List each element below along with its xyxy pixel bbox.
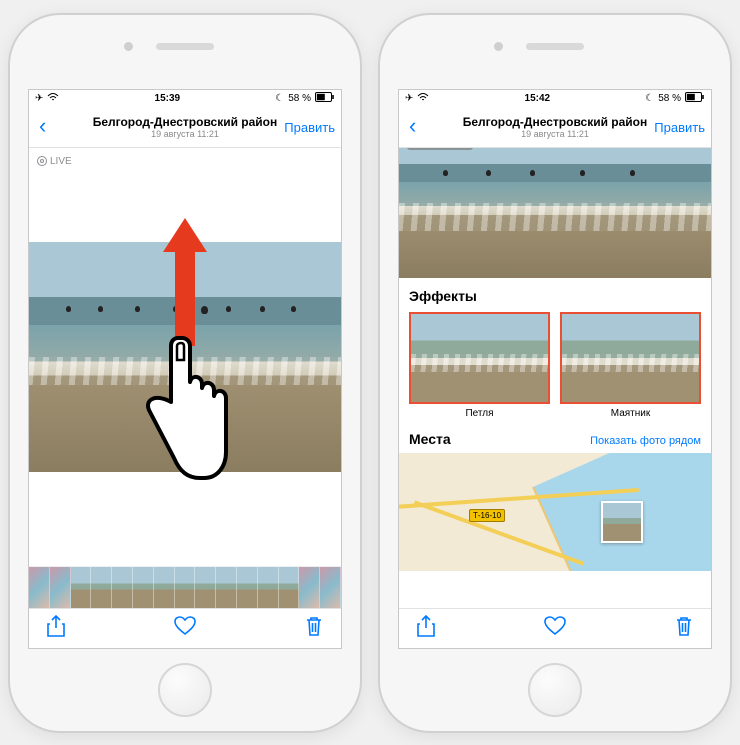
screen-left: ✈︎ 15:39 ☾ 58 % ‹ Белгород-Днестровский …	[28, 89, 342, 649]
share-button[interactable]	[417, 615, 435, 642]
edit-button[interactable]: Править	[284, 120, 335, 135]
effects-heading: Эффекты	[399, 278, 711, 312]
iphone-right: ✈︎ 15:42 ☾ 58 % ‹ Белгород-Днестровский …	[378, 13, 732, 733]
photo-preview[interactable]: МАЯТНИК	[399, 148, 711, 278]
edit-button[interactable]: Править	[654, 120, 705, 135]
places-map[interactable]: Т-16-10	[399, 453, 711, 571]
effects-list[interactable]: Петля Маятник	[399, 312, 711, 419]
photo-scrubber[interactable]	[29, 566, 341, 608]
delete-button[interactable]	[305, 615, 323, 642]
home-button[interactable]	[158, 663, 212, 717]
effect-bounce[interactable]: Маятник	[560, 312, 701, 419]
effect-thumbnail	[560, 312, 701, 404]
effect-loop[interactable]: Петля	[409, 312, 550, 419]
phone-front-camera	[124, 42, 133, 51]
phone-speaker	[526, 43, 584, 50]
status-time: 15:39	[155, 93, 181, 104]
live-icon	[37, 156, 47, 166]
bottom-toolbar	[29, 608, 341, 648]
wifi-icon	[417, 93, 429, 105]
battery-icon	[685, 92, 705, 105]
battery-icon	[315, 92, 335, 105]
moon-icon: ☾	[275, 93, 284, 104]
effect-label: Маятник	[560, 408, 701, 419]
battery-percent: 58 %	[288, 93, 311, 104]
back-button[interactable]: ‹	[35, 115, 50, 139]
back-button[interactable]: ‹	[405, 115, 420, 139]
effect-label: Петля	[409, 408, 550, 419]
favorite-button[interactable]	[174, 616, 196, 641]
screen-right: ✈︎ 15:42 ☾ 58 % ‹ Белгород-Днестровский …	[398, 89, 712, 649]
active-effect-badge: МАЯТНИК	[407, 148, 473, 150]
wifi-icon	[47, 93, 59, 105]
nav-bar: ‹ Белгород-Днестровский район 19 августа…	[29, 108, 341, 148]
detail-scroll-view[interactable]: МАЯТНИК Эффекты Петля Маятник	[399, 148, 711, 608]
battery-percent: 58 %	[658, 93, 681, 104]
airplane-mode-icon: ✈︎	[405, 93, 413, 104]
home-button[interactable]	[528, 663, 582, 717]
status-time: 15:42	[525, 93, 551, 104]
photo-view[interactable]: LIVE	[29, 148, 341, 566]
effect-thumbnail	[409, 312, 550, 404]
airplane-mode-icon: ✈︎	[35, 93, 43, 104]
road-label: Т-16-10	[469, 509, 505, 522]
moon-icon: ☾	[645, 93, 654, 104]
delete-button[interactable]	[675, 615, 693, 642]
map-photo-pin[interactable]	[601, 501, 643, 543]
bottom-toolbar	[399, 608, 711, 648]
iphone-left: ✈︎ 15:39 ☾ 58 % ‹ Белгород-Днестровский …	[8, 13, 362, 733]
live-badge: LIVE	[37, 156, 72, 167]
favorite-button[interactable]	[544, 616, 566, 641]
nav-bar: ‹ Белгород-Днестровский район 19 августа…	[399, 108, 711, 148]
phone-speaker	[156, 43, 214, 50]
phone-front-camera	[494, 42, 503, 51]
photo-content	[29, 242, 341, 472]
status-bar: ✈︎ 15:42 ☾ 58 %	[399, 90, 711, 108]
places-heading: Места	[409, 431, 451, 447]
status-bar: ✈︎ 15:39 ☾ 58 %	[29, 90, 341, 108]
share-button[interactable]	[47, 615, 65, 642]
show-nearby-link[interactable]: Показать фото рядом	[590, 435, 701, 447]
